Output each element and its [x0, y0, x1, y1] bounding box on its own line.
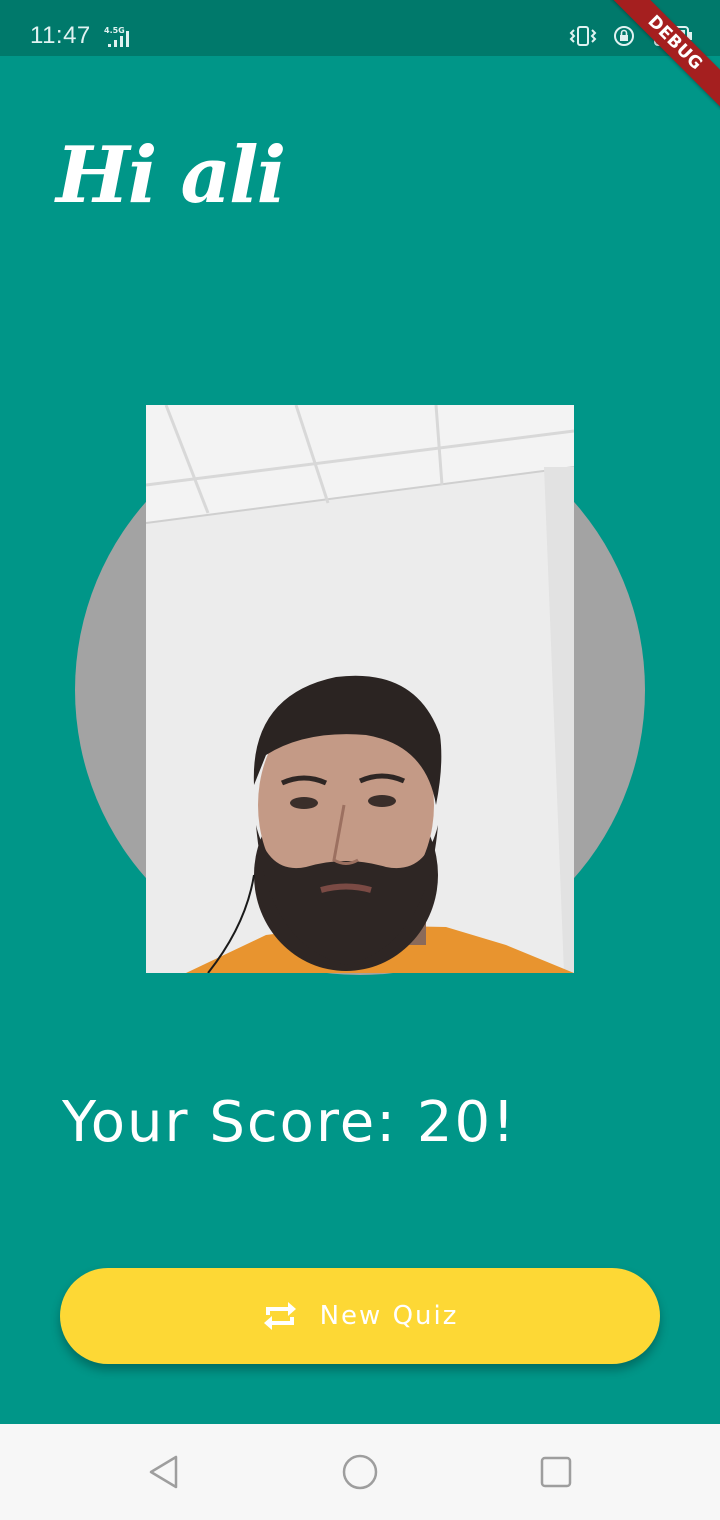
home-icon	[342, 1454, 378, 1490]
recents-icon	[540, 1456, 572, 1488]
home-button[interactable]	[340, 1452, 380, 1492]
avatar-photo	[146, 405, 574, 973]
new-quiz-button[interactable]: New Quiz	[60, 1268, 660, 1364]
repeat-icon	[263, 1302, 296, 1330]
back-icon	[149, 1455, 178, 1489]
recents-button[interactable]	[536, 1452, 576, 1492]
navigation-bar	[0, 1424, 720, 1520]
debug-banner: DEBUG	[610, 0, 720, 110]
vibrate-icon	[569, 26, 597, 46]
status-time: 11:47	[30, 22, 91, 49]
back-button[interactable]	[144, 1452, 184, 1492]
score-text: Your Score: 20!	[62, 1090, 517, 1155]
signal-icon	[108, 31, 129, 47]
new-quiz-button-label: New Quiz	[319, 1301, 459, 1331]
greeting-title: Hi ali	[56, 130, 286, 221]
debug-banner-label: DEBUG	[610, 0, 720, 110]
